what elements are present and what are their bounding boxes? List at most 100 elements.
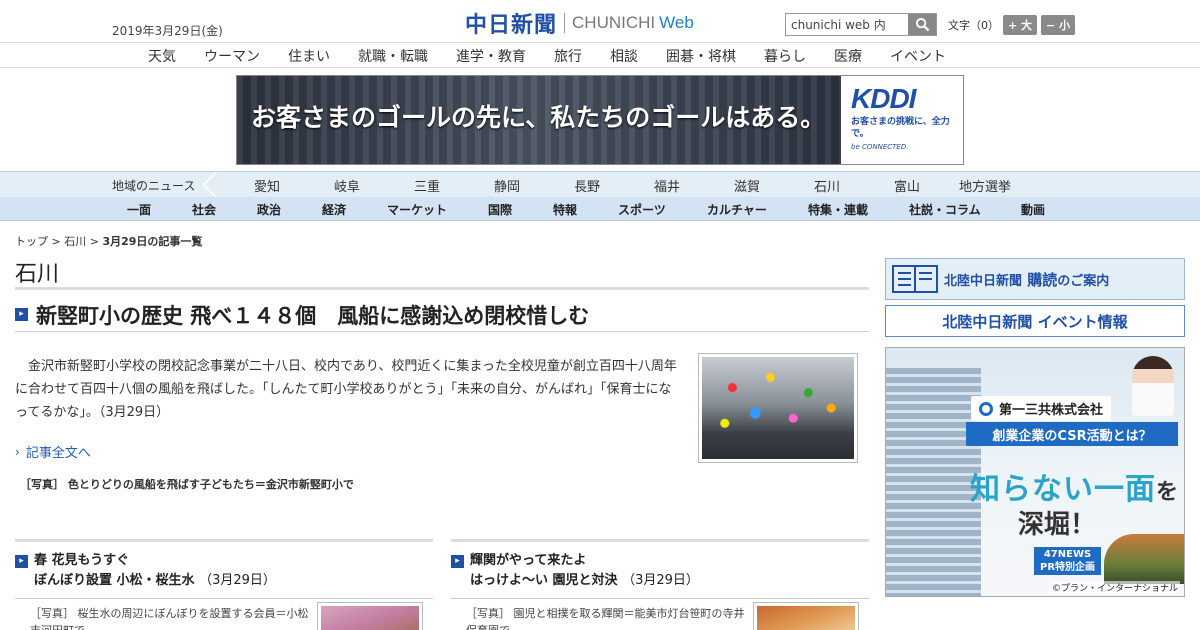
arrow-square-icon: ▸ [15,308,28,321]
arrow-square-icon: ▸ [15,555,28,568]
site-logo[interactable]: 中日新聞 CHUNICHI Web [465,10,694,38]
category-item[interactable]: 社説・コラム [909,201,981,218]
category-item[interactable]: 経済 [322,201,346,218]
ad-headline-suffix: を [1156,480,1180,505]
newspaper-icon [886,260,944,298]
logo-web: Web [659,13,694,32]
breadcrumb-sep: > [48,235,65,248]
ad-pr-line1: 47NEWS [1043,549,1092,560]
font-bigger-button[interactable]: + 大 [1003,15,1038,35]
kddi-banner-ad[interactable]: お客さまのゴールの先に、私たちのゴールはある。 KDDI お客さまの挑戦に、全力… [236,75,964,165]
arrow-square-icon: ▸ [451,555,464,568]
topnav-item[interactable]: 天気 [148,46,176,66]
read-more-label: 記事全文へ [25,446,91,461]
region-item[interactable]: 静岡 [494,176,520,195]
sub-article-text: ［写真］ 桜生水の周辺にぼんぼりを設置する会員＝小松市河田町で [30,607,309,630]
category-item[interactable]: 政治 [257,201,281,218]
ad-headline-2: 深堀！ [1018,510,1097,540]
subscription-banner[interactable]: 北陸中日新聞 購読のご案内 [885,258,1185,300]
company-logo-icon [979,401,993,416]
topnav-item[interactable]: 進学・教育 [456,46,526,66]
sub-article-thumbnail[interactable] [317,602,423,630]
topnav-item[interactable]: 相談 [610,46,638,66]
sub-article-thumbnail[interactable] [753,602,859,630]
building-graphic [886,368,981,596]
category-item[interactable]: スポーツ [618,201,666,218]
subscription-label: 北陸中日新聞 購読のご案内 [944,269,1109,290]
photo-caption: ［写真］ 色とりどりの風船を飛ばす子どもたち＝金沢市新竪町小で [20,478,354,491]
search-button[interactable] [908,14,936,35]
region-item[interactable]: 福井 [654,176,680,195]
breadcrumb-current: 3月29日の記事一覧 [102,235,203,248]
region-item[interactable]: 愛知 [254,176,280,195]
breadcrumb-region[interactable]: 石川 [64,235,86,248]
sub-article-text: ［写真］ 園児と相撲を取る輝関＝能美市灯台笹町の寺井保育園で [466,607,745,630]
topnav-item[interactable]: 囲碁・将棋 [666,46,736,66]
sub-article-title-line2: はっけよ～い 園児と対決 [470,573,618,588]
category-item[interactable]: 一面 [127,201,151,218]
category-item[interactable]: 社会 [192,201,216,218]
font-size-label: 文字（0） [948,19,999,32]
subscription-suffix: のご案内 [1057,273,1110,289]
ad-headline: 知らない一面を [970,464,1179,508]
main-article-summary: 金沢市新竪町小学校の閉校記念事業が二十八日、校内であり、校門近くに集まった全校児… [15,359,677,420]
balloon-photo [702,357,854,459]
kddi-logo: KDDI [851,83,916,114]
topnav-item[interactable]: 暮らし [764,46,806,66]
region-item[interactable]: 富山 [894,176,920,195]
thumbnail-image [757,606,855,630]
event-info-banner[interactable]: 北陸中日新聞 イベント情報 [885,305,1185,337]
font-size-control: 文字（0） + 大 − 小 [948,15,1076,35]
topnav-item[interactable]: ウーマン [204,46,260,66]
search-box [785,13,937,36]
category-item[interactable]: マーケット [387,201,447,218]
read-more-link[interactable]: › 記事全文へ [15,442,91,462]
region-nav-arrow-icon [196,172,222,197]
region-item[interactable]: 地方選挙 [959,176,1011,195]
subscription-rest: 購読 [1027,270,1058,289]
breadcrumb-top[interactable]: トップ [15,235,48,248]
category-item[interactable]: カルチャー [707,201,767,218]
sub-article-title-line1: 春 花見もうすぐ [34,553,130,568]
category-item[interactable]: 国際 [488,201,512,218]
subscription-main: 北陸中日新聞 [944,273,1023,289]
ad-tagline: お客さまの挑戦に、全力で。 [851,117,950,139]
topnav-item[interactable]: 医療 [834,46,862,66]
topnav-item[interactable]: イベント [890,46,946,66]
main-article-headline[interactable]: 新竪町小の歴史 飛べ１４８個 風船に感謝込め閉校惜しむ [36,300,589,330]
category-item[interactable]: 動画 [1021,201,1045,218]
logo-divider [564,13,566,33]
font-smaller-button[interactable]: − 小 [1041,15,1076,35]
search-input[interactable] [786,14,908,35]
sub-article-divider [451,539,869,542]
sub-article-title[interactable]: 春 花見もうすぐ ぼんぼり設置 小松・桜生水 （3月29日） [34,551,276,591]
category-item[interactable]: 特報 [553,201,577,218]
topnav-item[interactable]: 住まい [288,46,330,66]
topnav-item[interactable]: 就職・転職 [358,46,428,66]
main-article-photo[interactable] [698,353,858,463]
region-item[interactable]: 石川 [814,176,840,195]
ad-credit: ©プラン・インターナショナル [1049,581,1180,594]
crowd-graphic [1104,534,1184,584]
sub-article-title[interactable]: 輝関がやって来たよ はっけよ～い 園児と対決 （3月29日） [470,551,699,591]
region-item[interactable]: 三重 [414,176,440,195]
ad-company: 第一三共株式会社 [971,396,1112,421]
breadcrumb-sep: > [86,235,103,248]
sub-article-divider [15,539,433,542]
search-icon [915,17,929,32]
category-item[interactable]: 特集・連載 [808,201,868,218]
person-graphic [1132,356,1174,416]
sub-article-date: （3月29日） [199,573,276,588]
ad-csr-question: 創業企業のCSR活動とは？ [966,422,1178,446]
category-nav: 一面 社会 政治 経済 マーケット 国際 特報 スポーツ カルチャー 特集・連載… [0,197,1200,221]
logo-jp: 中日新聞 [465,12,558,38]
topnav-item[interactable]: 旅行 [554,46,582,66]
region-item[interactable]: 岐阜 [334,176,360,195]
title-divider [15,287,869,290]
region-item[interactable]: 滋賀 [734,176,760,195]
sidebar-ad[interactable]: 第一三共株式会社 創業企業のCSR活動とは？ 知らない一面を 深堀！ 47NEW… [885,347,1185,597]
thumbnail-image [321,606,419,630]
region-item[interactable]: 長野 [574,176,600,195]
sub-article-title-line1: 輝関がやって来たよ [470,553,587,568]
chevron-right-icon: › [15,444,20,459]
